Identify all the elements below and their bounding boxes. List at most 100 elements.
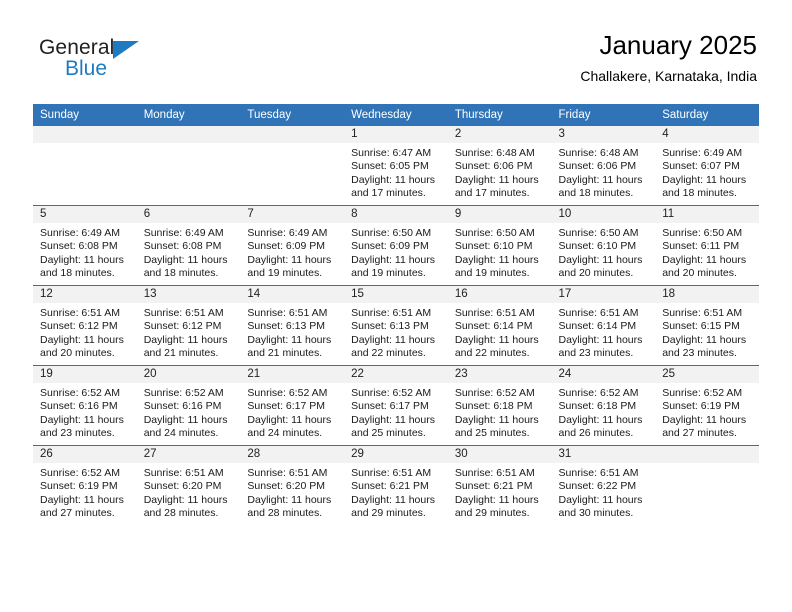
daylight-duration-line1: Daylight: 11 hours bbox=[247, 413, 332, 426]
calendar-day-cell[interactable]: 3 Sunrise: 6:48 AM Sunset: 6:06 PM Daylight… bbox=[551, 126, 656, 206]
day-number: 23 bbox=[447, 366, 552, 383]
daylight-duration-line1: Daylight: 11 hours bbox=[662, 413, 747, 426]
day-number: 17 bbox=[551, 286, 656, 303]
daylight-duration-line2: and 19 minutes. bbox=[351, 267, 426, 280]
day-number: 9 bbox=[447, 206, 552, 223]
day-details: Sunrise: 6:52 AM Sunset: 6:16 PM Daylight:… bbox=[33, 383, 137, 441]
calendar-day-cell[interactable]: 14 Sunrise: 6:51 AM Sunset: 6:13 PM Dayligh… bbox=[240, 285, 345, 366]
calendar-body: 1 Sunrise: 6:47 AM Sunset: 6:05 PM Daylight… bbox=[33, 126, 759, 525]
sunrise-time: Sunrise: 6:52 AM bbox=[662, 387, 743, 399]
sunset-time: Sunset: 6:10 PM bbox=[558, 240, 637, 253]
calendar-day-cell[interactable]: 27 Sunrise: 6:51 AM Sunset: 6:20 PM Dayligh… bbox=[136, 445, 241, 525]
daylight-duration-line2: and 22 minutes. bbox=[351, 347, 426, 360]
calendar-day-cell[interactable]: 1 Sunrise: 6:47 AM Sunset: 6:05 PM Daylight… bbox=[344, 126, 448, 206]
calendar-day-cell[interactable]: 4 Sunrise: 6:49 AM Sunset: 6:07 PM Daylight… bbox=[655, 126, 759, 206]
calendar-day-cell[interactable]: 13 Sunrise: 6:51 AM Sunset: 6:12 PM Dayligh… bbox=[136, 285, 241, 366]
day-number: 7 bbox=[240, 206, 345, 223]
calendar-day-cell[interactable]: 21 Sunrise: 6:52 AM Sunset: 6:17 PM Dayligh… bbox=[240, 365, 345, 446]
calendar-day-cell[interactable]: 15 Sunrise: 6:51 AM Sunset: 6:13 PM Dayligh… bbox=[344, 285, 448, 366]
sunset-time: Sunset: 6:14 PM bbox=[454, 320, 533, 333]
calendar-day-cell[interactable]: 8 Sunrise: 6:50 AM Sunset: 6:09 PM Daylight… bbox=[344, 205, 448, 286]
calendar-day-cell[interactable]: 11 Sunrise: 6:50 AM Sunset: 6:11 PM Dayligh… bbox=[655, 205, 759, 286]
calendar-day-cell[interactable]: 5 Sunrise: 6:49 AM Sunset: 6:08 PM Daylight… bbox=[33, 205, 137, 286]
calendar-day-cell[interactable]: 2 Sunrise: 6:48 AM Sunset: 6:06 PM Daylight… bbox=[447, 126, 552, 206]
day-details: Sunrise: 6:49 AM Sunset: 6:08 PM Daylight:… bbox=[33, 223, 137, 281]
sunset-time: Sunset: 6:18 PM bbox=[558, 400, 637, 413]
day-number: 22 bbox=[344, 366, 448, 383]
calendar-day-cell[interactable]: 9 Sunrise: 6:50 AM Sunset: 6:10 PM Daylight… bbox=[447, 205, 552, 286]
sunset-time: Sunset: 6:06 PM bbox=[558, 160, 637, 173]
day-number: 12 bbox=[33, 286, 137, 303]
sunset-time: Sunset: 6:08 PM bbox=[40, 240, 118, 253]
daylight-duration-line1: Daylight: 11 hours bbox=[143, 333, 228, 346]
day-details: Sunrise: 6:52 AM Sunset: 6:18 PM Daylight:… bbox=[552, 383, 656, 441]
day-details: Sunrise: 6:51 AM Sunset: 6:12 PM Daylight:… bbox=[137, 303, 241, 361]
daylight-duration-line1: Daylight: 11 hours bbox=[558, 173, 643, 186]
calendar-day-cell[interactable]: 16 Sunrise: 6:51 AM Sunset: 6:14 PM Dayligh… bbox=[447, 285, 552, 366]
calendar-week-row: 1 Sunrise: 6:47 AM Sunset: 6:05 PM Daylight… bbox=[33, 126, 759, 206]
sunrise-time: Sunrise: 6:51 AM bbox=[247, 467, 328, 479]
daylight-duration-line2: and 30 minutes. bbox=[558, 507, 634, 520]
calendar-day-cell[interactable]: 19 Sunrise: 6:52 AM Sunset: 6:16 PM Dayligh… bbox=[33, 365, 137, 446]
daylight-duration-line1: Daylight: 11 hours bbox=[454, 413, 539, 426]
logo-text-blue: Blue bbox=[65, 57, 108, 80]
calendar-day-cell[interactable]: 31 Sunrise: 6:51 AM Sunset: 6:22 PM Dayligh… bbox=[551, 445, 656, 525]
sunrise-time: Sunrise: 6:51 AM bbox=[247, 307, 328, 319]
sunrise-time: Sunrise: 6:52 AM bbox=[40, 387, 120, 399]
day-number bbox=[33, 126, 137, 143]
calendar-day-cell[interactable]: 24 Sunrise: 6:52 AM Sunset: 6:18 PM Dayligh… bbox=[551, 365, 656, 446]
daylight-duration-line1: Daylight: 11 hours bbox=[454, 333, 539, 346]
day-number: 14 bbox=[240, 286, 345, 303]
day-number bbox=[240, 126, 345, 143]
day-number: 8 bbox=[344, 206, 448, 223]
page-subtitle: Challakere, Karnataka, India bbox=[580, 68, 757, 84]
daylight-duration-line2: and 23 minutes. bbox=[558, 347, 634, 360]
day-number: 28 bbox=[240, 446, 345, 463]
calendar-day-cell[interactable]: 18 Sunrise: 6:51 AM Sunset: 6:15 PM Dayligh… bbox=[655, 285, 759, 366]
sunset-time: Sunset: 6:09 PM bbox=[351, 240, 429, 253]
daylight-duration-line1: Daylight: 11 hours bbox=[143, 413, 228, 426]
daylight-duration-line2: and 24 minutes. bbox=[143, 427, 219, 440]
day-number bbox=[136, 126, 241, 143]
calendar-day-cell[interactable]: 29 Sunrise: 6:51 AM Sunset: 6:21 PM Dayligh… bbox=[344, 445, 448, 525]
weekday-header-sunday: Sunday bbox=[33, 104, 137, 126]
daylight-duration-line1: Daylight: 11 hours bbox=[454, 173, 539, 186]
daylight-duration-line2: and 19 minutes. bbox=[454, 267, 530, 280]
calendar-day-cell-empty bbox=[240, 126, 345, 206]
day-number: 18 bbox=[655, 286, 759, 303]
calendar-day-cell[interactable]: 22 Sunrise: 6:52 AM Sunset: 6:17 PM Dayligh… bbox=[344, 365, 448, 446]
calendar-day-cell[interactable]: 20 Sunrise: 6:52 AM Sunset: 6:16 PM Dayligh… bbox=[136, 365, 241, 446]
sunset-time: Sunset: 6:12 PM bbox=[143, 320, 222, 333]
general-blue-logo[interactable]: General Blue bbox=[39, 36, 219, 88]
calendar-day-cell[interactable]: 23 Sunrise: 6:52 AM Sunset: 6:18 PM Dayligh… bbox=[447, 365, 552, 446]
daylight-duration-line1: Daylight: 11 hours bbox=[247, 493, 332, 506]
calendar-day-cell[interactable]: 6 Sunrise: 6:49 AM Sunset: 6:08 PM Daylight… bbox=[136, 205, 241, 286]
calendar-day-cell[interactable]: 12 Sunrise: 6:51 AM Sunset: 6:12 PM Dayligh… bbox=[33, 285, 137, 366]
day-details: Sunrise: 6:49 AM Sunset: 6:07 PM Daylight:… bbox=[655, 143, 759, 201]
calendar-day-cell[interactable]: 25 Sunrise: 6:52 AM Sunset: 6:19 PM Dayligh… bbox=[655, 365, 759, 446]
daylight-duration-line1: Daylight: 11 hours bbox=[247, 333, 332, 346]
calendar-day-cell[interactable]: 30 Sunrise: 6:51 AM Sunset: 6:21 PM Dayligh… bbox=[447, 445, 552, 525]
daylight-duration-line2: and 27 minutes. bbox=[40, 507, 115, 520]
daylight-duration-line1: Daylight: 11 hours bbox=[662, 333, 747, 346]
day-number: 21 bbox=[240, 366, 345, 383]
day-number: 11 bbox=[655, 206, 759, 223]
calendar-day-cell-empty bbox=[33, 126, 137, 206]
calendar-day-cell-empty bbox=[136, 126, 241, 206]
sunrise-time: Sunrise: 6:49 AM bbox=[143, 227, 224, 239]
day-details: Sunrise: 6:48 AM Sunset: 6:06 PM Daylight:… bbox=[552, 143, 656, 201]
daylight-duration-line2: and 28 minutes. bbox=[143, 507, 219, 520]
day-details: Sunrise: 6:52 AM Sunset: 6:17 PM Daylight:… bbox=[344, 383, 448, 441]
day-number: 19 bbox=[33, 366, 137, 383]
daylight-duration-line1: Daylight: 11 hours bbox=[558, 253, 643, 266]
sunset-time: Sunset: 6:20 PM bbox=[143, 480, 222, 493]
day-number: 10 bbox=[551, 206, 656, 223]
calendar-day-cell[interactable]: 28 Sunrise: 6:51 AM Sunset: 6:20 PM Dayligh… bbox=[240, 445, 345, 525]
calendar-day-cell[interactable]: 17 Sunrise: 6:51 AM Sunset: 6:14 PM Dayligh… bbox=[551, 285, 656, 366]
weekday-header-wednesday: Wednesday bbox=[344, 104, 448, 126]
calendar-day-cell[interactable]: 7 Sunrise: 6:49 AM Sunset: 6:09 PM Daylight… bbox=[240, 205, 345, 286]
calendar-day-cell[interactable]: 10 Sunrise: 6:50 AM Sunset: 6:10 PM Dayligh… bbox=[551, 205, 656, 286]
daylight-duration-line2: and 21 minutes. bbox=[247, 347, 323, 360]
calendar-day-cell[interactable]: 26 Sunrise: 6:52 AM Sunset: 6:19 PM Dayligh… bbox=[33, 445, 137, 525]
daylight-duration-line1: Daylight: 11 hours bbox=[40, 493, 124, 506]
